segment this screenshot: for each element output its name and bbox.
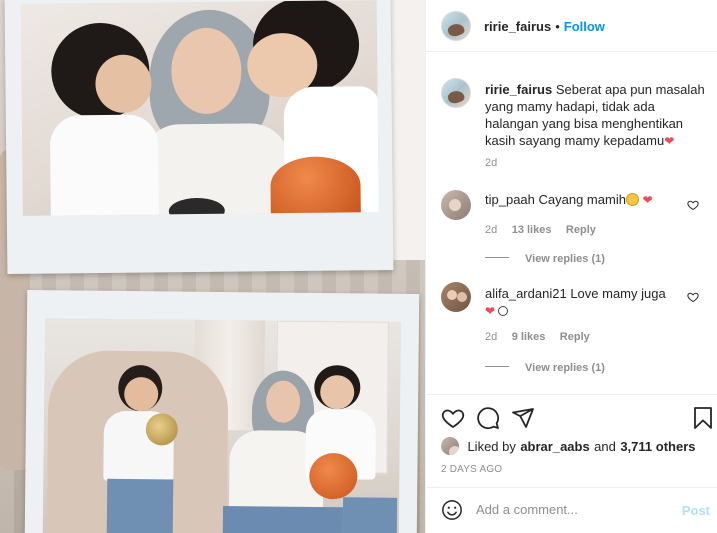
view-replies-label: View replies (1) xyxy=(525,253,605,265)
view-replies-button[interactable]: View replies (1) xyxy=(485,358,605,376)
view-replies-button[interactable]: View replies (1) xyxy=(485,249,605,267)
liked-by-prefix: Liked by xyxy=(467,439,516,454)
liker-avatar[interactable] xyxy=(441,437,459,455)
comment-time[interactable]: 2d xyxy=(485,331,497,343)
commenter-avatar[interactable] xyxy=(441,190,471,220)
comment-likes[interactable]: 9 likes xyxy=(512,331,546,343)
basketball xyxy=(270,156,361,216)
post-details-panel: ririe_fairus • Follow ririe_fairus Seberat… xyxy=(425,0,717,533)
post-button[interactable]: Post xyxy=(682,503,710,518)
right-boy-jeans xyxy=(342,497,398,533)
comment-body: tip_paah Cayang mamih ❤ xyxy=(485,191,685,209)
replies-line xyxy=(485,366,509,368)
left-boy-face xyxy=(95,54,152,114)
liked-by-user[interactable]: abrar_aabs xyxy=(520,439,589,454)
comment-text: Cayang mamih xyxy=(538,192,626,207)
liked-by-count[interactable]: 3,711 others xyxy=(620,439,695,454)
comment-body: alifa_ardani21 Love mamy juga ❤ xyxy=(485,285,685,320)
emoji-picker-icon[interactable] xyxy=(441,499,463,521)
author-avatar[interactable] xyxy=(441,11,471,41)
polaroid-frame-bottom xyxy=(24,289,420,533)
caption-avatar[interactable] xyxy=(441,78,471,108)
comment-input[interactable] xyxy=(476,502,676,517)
comment-username[interactable]: tip_paah xyxy=(485,192,535,207)
caption-time[interactable]: 2d xyxy=(485,157,497,169)
commenter-avatar[interactable] xyxy=(441,282,471,312)
bookmark-icon[interactable] xyxy=(692,406,714,430)
replies-line xyxy=(485,257,509,259)
comment-meta: 2d 13 likes Reply xyxy=(485,220,596,238)
author-username[interactable]: ririe_fairus xyxy=(484,19,551,34)
family-photo-top xyxy=(20,0,379,216)
share-icon[interactable] xyxy=(511,406,535,430)
comment-likes[interactable]: 13 likes xyxy=(512,224,552,236)
left-boy-shirt xyxy=(49,114,159,216)
mother-jeans xyxy=(222,506,344,533)
reply-button[interactable]: Reply xyxy=(560,331,590,343)
comment-text: Love mamy juga xyxy=(570,286,666,301)
post-header: ririe_fairus • Follow xyxy=(426,0,717,52)
post-photo[interactable] xyxy=(0,0,425,533)
likes-summary: Liked by abrar_aabs and 3,711 others xyxy=(441,437,695,456)
caption-body: ririe_fairus Seberat apa pun masalah yan… xyxy=(485,81,705,150)
header-separator: • xyxy=(555,19,560,34)
comment-like-heart-icon[interactable] xyxy=(687,198,699,211)
globe xyxy=(145,413,179,446)
polaroid-frame-top xyxy=(4,0,394,275)
post-timestamp[interactable]: 2 DAYS AGO xyxy=(441,464,502,475)
comment-meta: 2d 9 likes Reply xyxy=(485,327,590,345)
family-photo-bottom xyxy=(42,318,401,533)
smiling-face-emoji xyxy=(498,306,509,316)
reply-button[interactable]: Reply xyxy=(566,224,596,236)
heart-icon[interactable] xyxy=(441,406,465,430)
mother-face xyxy=(170,27,242,115)
liked-by-and: and xyxy=(594,439,616,454)
header-line: ririe_fairus • Follow xyxy=(484,18,605,36)
small-boy-jeans xyxy=(106,478,174,533)
heart-emoji: ❤ xyxy=(664,134,675,148)
right-boy-face-bottom xyxy=(320,375,355,410)
comment-like-heart-icon[interactable] xyxy=(687,290,699,303)
basketball-bottom xyxy=(309,452,358,500)
heart-emoji: ❤ xyxy=(485,304,496,318)
heart-emoji: ❤ xyxy=(642,193,653,207)
comment-time[interactable]: 2d xyxy=(485,224,497,236)
add-comment-bar: Post xyxy=(426,487,717,533)
smiling-face-emoji xyxy=(625,193,639,206)
caption-username[interactable]: ririe_fairus xyxy=(485,82,552,97)
comment-username[interactable]: alifa_ardani21 xyxy=(485,286,567,301)
follow-button[interactable]: Follow xyxy=(564,19,605,34)
comment-icon[interactable] xyxy=(476,406,500,430)
actions-divider xyxy=(426,394,717,395)
view-replies-label: View replies (1) xyxy=(525,362,605,374)
small-boy-face xyxy=(124,376,159,412)
